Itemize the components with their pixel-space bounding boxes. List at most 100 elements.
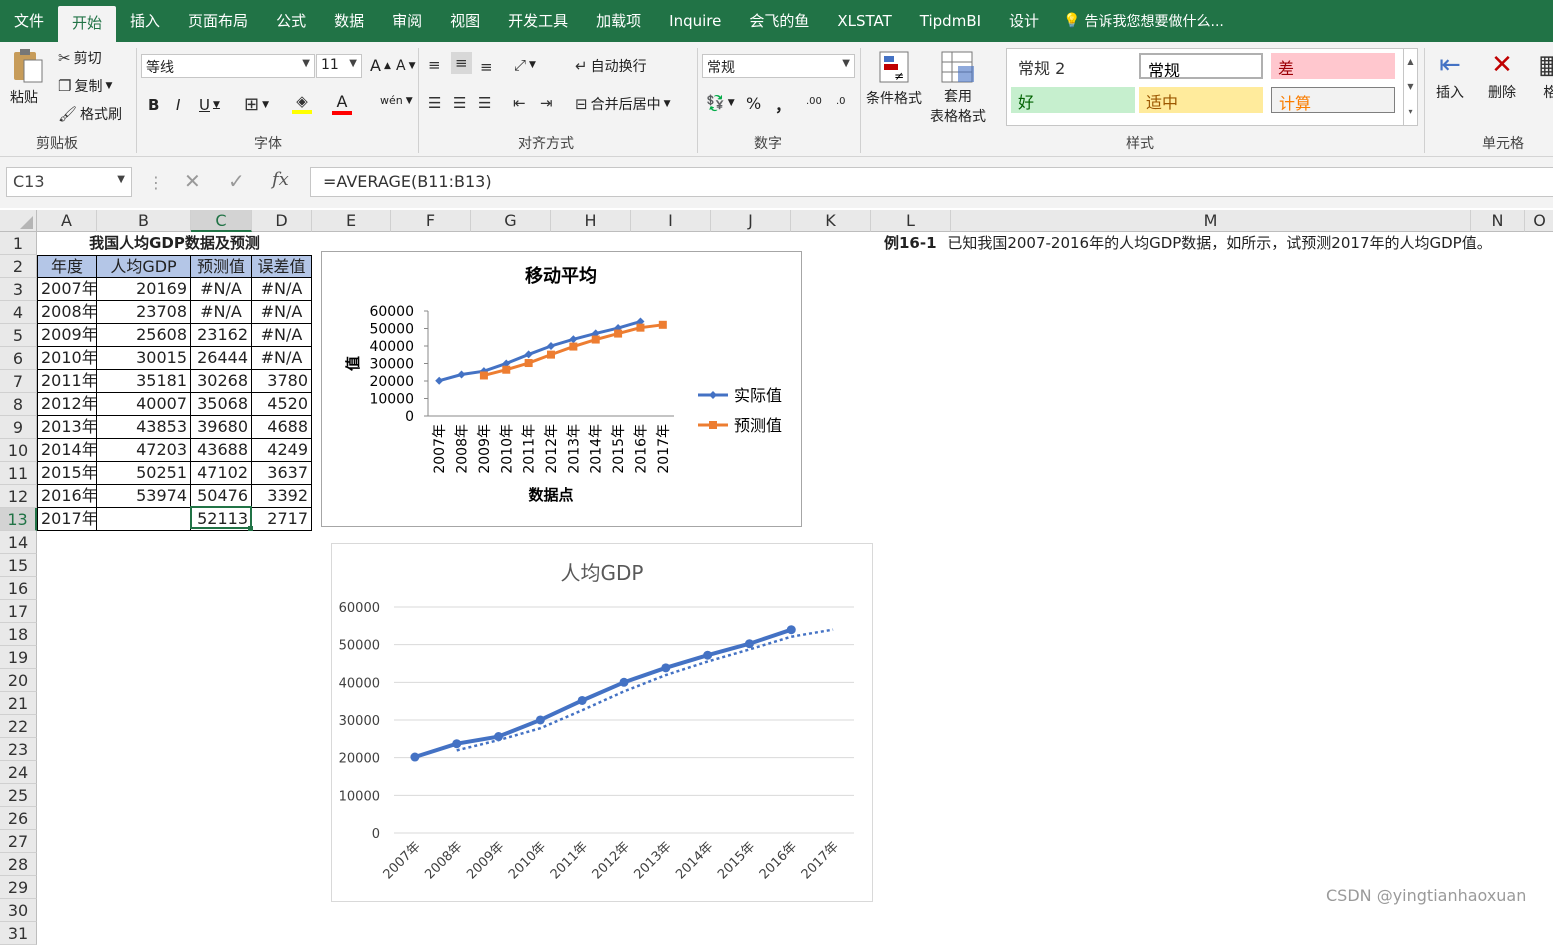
- table-cell[interactable]: 2008年: [37, 301, 97, 324]
- phonetic-button[interactable]: wén ▼: [380, 94, 413, 107]
- confirm-icon[interactable]: ✓: [228, 169, 245, 193]
- table-cell[interactable]: 2007年: [37, 278, 97, 301]
- format-cells-button[interactable]: ▦ 格: [1538, 50, 1553, 102]
- font-size-combo[interactable]: 11 ▼: [316, 54, 362, 78]
- paste-button[interactable]: 粘贴: [10, 48, 44, 107]
- grow-font-button[interactable]: A ▲: [370, 56, 391, 75]
- tab-0[interactable]: 文件: [0, 0, 58, 42]
- worksheet-grid[interactable]: ABCDEFGHIJKLMNO 1 2 3 4 5 6 7 8 9 10 11 12 13 14 15 16 1…: [0, 210, 1553, 945]
- row-header-13[interactable]: 13: [0, 508, 37, 531]
- table-cell[interactable]: #N/A: [191, 278, 252, 301]
- tab-12[interactable]: XLSTAT: [823, 0, 905, 42]
- row-header-1[interactable]: 1: [0, 232, 37, 255]
- row-header-31[interactable]: 31: [0, 922, 37, 945]
- fill-handle[interactable]: [248, 526, 253, 531]
- tab-4[interactable]: 公式: [262, 0, 320, 42]
- insert-function-icon[interactable]: fx: [272, 169, 289, 190]
- row-header-23[interactable]: 23: [0, 738, 37, 761]
- table-cell[interactable]: [97, 508, 191, 531]
- cell-style-1[interactable]: 常规: [1139, 53, 1263, 80]
- tab-7[interactable]: 视图: [436, 0, 494, 42]
- align-right-button[interactable]: ☰: [478, 94, 491, 112]
- table-cell[interactable]: 26444: [191, 347, 252, 370]
- row-header-20[interactable]: 20: [0, 669, 37, 692]
- table-cell[interactable]: 30015: [97, 347, 191, 370]
- wrap-text-button[interactable]: ↵ 自动换行: [575, 56, 647, 76]
- row-header-14[interactable]: 14: [0, 531, 37, 554]
- tab-10[interactable]: Inquire: [655, 0, 735, 42]
- accounting-format-button[interactable]: 💱 ▼: [706, 94, 735, 112]
- font-name-combo[interactable]: 等线 ▼: [141, 54, 315, 78]
- tab-6[interactable]: 审阅: [378, 0, 436, 42]
- cancel-icon[interactable]: ✕: [184, 169, 201, 193]
- table-cell[interactable]: 35068: [191, 393, 252, 416]
- decrease-decimal-button[interactable]: .0: [836, 96, 846, 107]
- tab-9[interactable]: 加载项: [582, 0, 655, 42]
- increase-indent-button[interactable]: ⇥: [540, 94, 553, 112]
- orientation-button[interactable]: ⤢ ▼: [514, 56, 536, 74]
- name-box[interactable]: C13 ▼: [6, 167, 132, 197]
- table-cell[interactable]: #N/A: [252, 278, 312, 301]
- table-cell[interactable]: 20169: [97, 278, 191, 301]
- gdp-chart[interactable]: 人均GDP 0 10000 20000 30000 40000 50000 60000 2007…: [331, 543, 873, 902]
- copy-button[interactable]: ❐ 复制 ▼: [58, 76, 112, 96]
- align-left-button[interactable]: ☰: [428, 94, 441, 112]
- tab-2[interactable]: 插入: [116, 0, 174, 42]
- table-cell[interactable]: 2012年: [37, 393, 97, 416]
- table-cell[interactable]: 2717: [252, 508, 312, 531]
- table-cell[interactable]: 43853: [97, 416, 191, 439]
- column-header-N[interactable]: N: [1471, 210, 1525, 232]
- table-cell[interactable]: 40007: [97, 393, 191, 416]
- merge-center-button[interactable]: ⊟ 合并后居中 ▼: [575, 94, 671, 114]
- gallery-scroll[interactable]: ▲ ▼ ▾: [1403, 49, 1417, 125]
- table-cell[interactable]: 4688: [252, 416, 312, 439]
- row-header-6[interactable]: 6: [0, 347, 37, 370]
- row-header-5[interactable]: 5: [0, 324, 37, 347]
- row-header-4[interactable]: 4: [0, 301, 37, 324]
- table-cell[interactable]: 2010年: [37, 347, 97, 370]
- column-header-O[interactable]: O: [1525, 210, 1553, 232]
- table-cell[interactable]: 2011年: [37, 370, 97, 393]
- table-cell[interactable]: 2016年: [37, 485, 97, 508]
- row-header-18[interactable]: 18: [0, 623, 37, 646]
- column-header-J[interactable]: J: [711, 210, 791, 232]
- table-cell[interactable]: 30268: [191, 370, 252, 393]
- fill-color-button[interactable]: ◈: [292, 92, 312, 114]
- row-header-28[interactable]: 28: [0, 853, 37, 876]
- table-cell[interactable]: 53974: [97, 485, 191, 508]
- row-header-25[interactable]: 25: [0, 784, 37, 807]
- underline-button[interactable]: U ▼: [199, 96, 220, 114]
- number-format-combo[interactable]: 常规 ▼: [702, 54, 855, 78]
- table-cell[interactable]: #N/A: [252, 324, 312, 347]
- row-header-11[interactable]: 11: [0, 462, 37, 485]
- increase-decimal-button[interactable]: .00: [806, 96, 822, 107]
- table-cell[interactable]: #N/A: [191, 301, 252, 324]
- column-header-A[interactable]: A: [37, 210, 97, 232]
- formula-input[interactable]: =AVERAGE(B11:B13): [310, 167, 1553, 197]
- row-header-9[interactable]: 9: [0, 416, 37, 439]
- table-cell[interactable]: 43688: [191, 439, 252, 462]
- row-header-30[interactable]: 30: [0, 899, 37, 922]
- comma-button[interactable]: ，: [775, 92, 791, 116]
- format-as-table-button[interactable]: 套用 表格格式: [930, 50, 986, 126]
- column-header-F[interactable]: F: [391, 210, 471, 232]
- column-header-C[interactable]: C: [191, 210, 252, 232]
- table-header-cell[interactable]: 预测值: [191, 255, 252, 278]
- table-cell[interactable]: 2009年: [37, 324, 97, 347]
- table-cell[interactable]: 2014年: [37, 439, 97, 462]
- table-cell[interactable]: 47203: [97, 439, 191, 462]
- table-cell[interactable]: 3392: [252, 485, 312, 508]
- table-cell[interactable]: 2015年: [37, 462, 97, 485]
- column-header-B[interactable]: B: [97, 210, 191, 232]
- table-cell[interactable]: 23708: [97, 301, 191, 324]
- tab-1[interactable]: 开始: [58, 6, 117, 42]
- align-middle-button[interactable]: ≡: [451, 52, 472, 74]
- row-header-7[interactable]: 7: [0, 370, 37, 393]
- percent-button[interactable]: %: [746, 94, 761, 113]
- format-painter-button[interactable]: 🖌 格式刷: [58, 104, 122, 124]
- align-top-button[interactable]: ≡: [428, 56, 441, 74]
- table-cell[interactable]: 47102: [191, 462, 252, 485]
- table-cell[interactable]: 25608: [97, 324, 191, 347]
- cell-style-2[interactable]: 差: [1271, 53, 1395, 79]
- row-header-15[interactable]: 15: [0, 554, 37, 577]
